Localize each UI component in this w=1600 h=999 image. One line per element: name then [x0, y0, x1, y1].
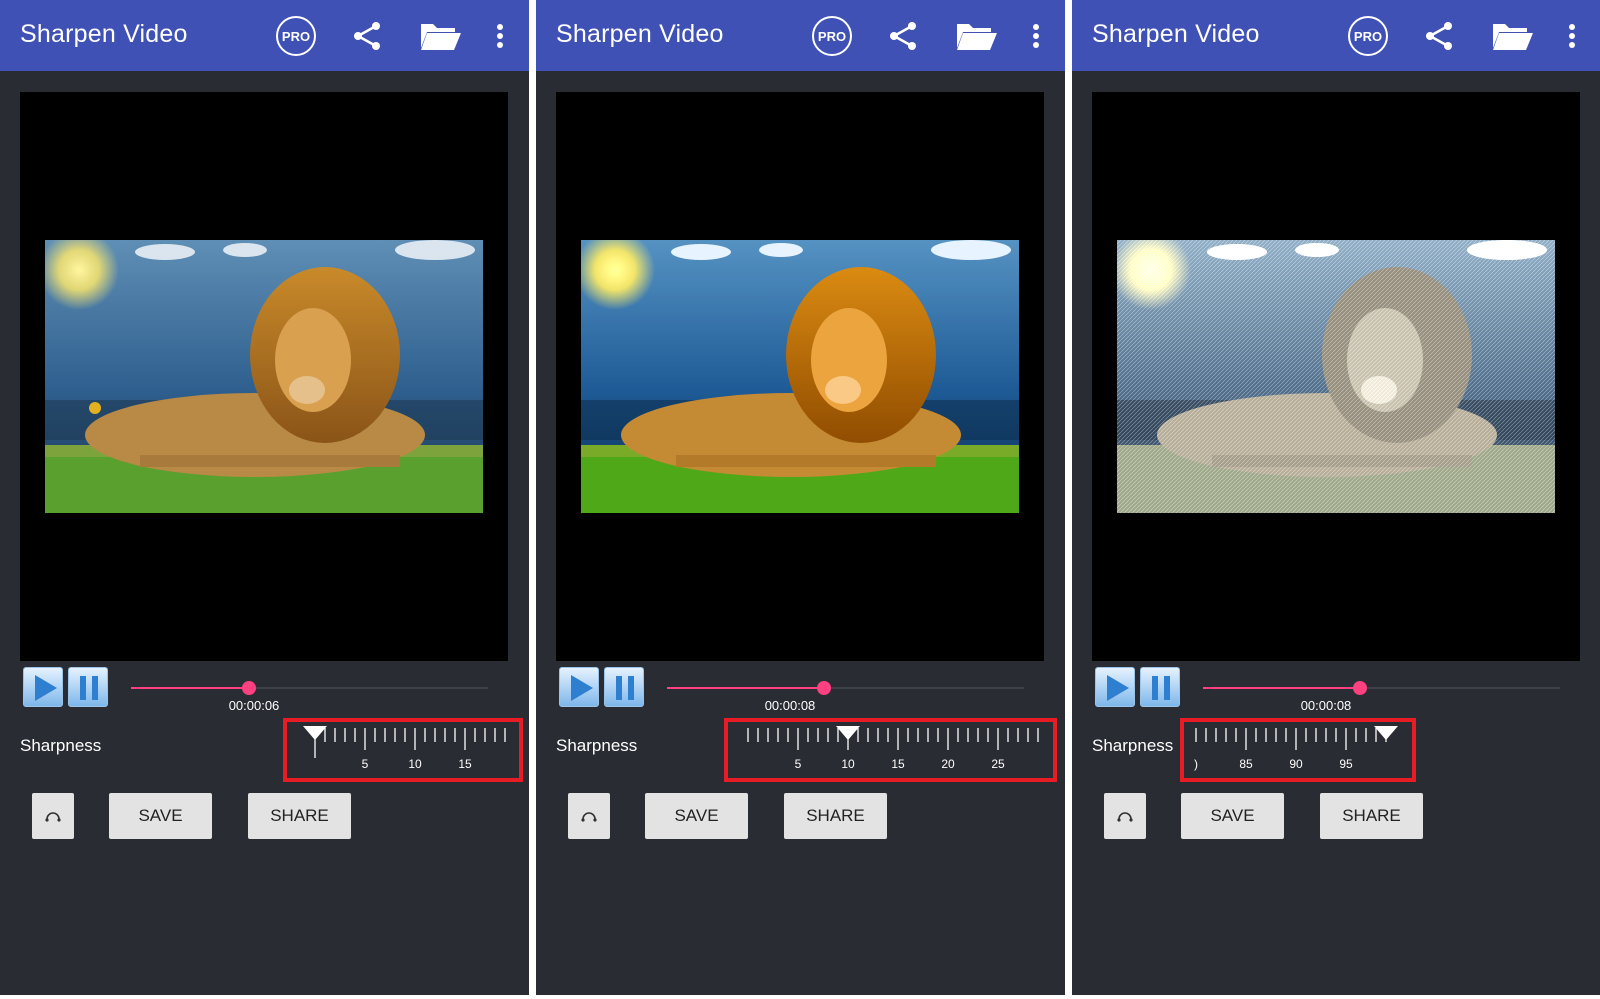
reset-button[interactable]	[568, 793, 610, 839]
save-button[interactable]: SAVE	[109, 793, 212, 839]
pause-icon	[616, 676, 634, 700]
playback-time: 00:00:06	[228, 698, 280, 713]
seek-bar-thumb[interactable]	[1353, 681, 1368, 695]
sharpness-indicator[interactable]	[1374, 726, 1398, 740]
seek-bar[interactable]	[1203, 681, 1560, 695]
sharpness-ruler[interactable]: 5 10 15 20 25	[724, 718, 1057, 782]
more-vertical-icon[interactable]	[1564, 20, 1580, 52]
pro-button[interactable]: PRO	[1348, 16, 1388, 56]
app-title: Sharpen Video	[556, 20, 724, 48]
seek-bar-progress	[131, 687, 249, 689]
reset-icon	[1117, 812, 1133, 822]
screen-3: Sharpen Video PRO 00:00:08 Sharpness) 8…	[1072, 0, 1600, 995]
app-bar: Sharpen Video PRO	[536, 0, 1065, 71]
sharpness-ruler[interactable]: 5 10 15	[283, 718, 523, 782]
pause-button[interactable]	[604, 667, 644, 707]
app-title: Sharpen Video	[20, 20, 188, 48]
screen-2: Sharpen Video PRO 00:00:08 Sharpness 5 1…	[536, 0, 1065, 995]
sharpness-label: Sharpness	[556, 736, 638, 755]
sharpness-label: Sharpness	[1092, 736, 1174, 755]
play-button[interactable]	[1095, 667, 1135, 707]
reset-button[interactable]	[1104, 793, 1146, 839]
reset-icon	[581, 812, 597, 822]
ruler-label: 20	[941, 757, 955, 771]
ruler-label: 85	[1239, 757, 1253, 771]
folder-open-icon[interactable]	[955, 20, 999, 52]
app-title: Sharpen Video	[1092, 20, 1260, 48]
play-icon	[1107, 675, 1129, 701]
pause-icon	[80, 676, 98, 700]
ruler-label: 95	[1339, 757, 1353, 771]
ruler-label: 25	[991, 757, 1005, 771]
folder-open-icon[interactable]	[419, 20, 463, 52]
sharpness-label: Sharpness	[20, 736, 102, 755]
sharpness-ruler[interactable]: ) 85 90 95	[1180, 718, 1416, 782]
more-vertical-icon[interactable]	[492, 20, 508, 52]
more-vertical-icon[interactable]	[1028, 20, 1044, 52]
reset-icon	[45, 812, 61, 822]
share-button[interactable]: SHARE	[248, 793, 351, 839]
share-button[interactable]: SHARE	[784, 793, 887, 839]
pause-button[interactable]	[68, 667, 108, 707]
play-button[interactable]	[559, 667, 599, 707]
pause-icon	[1152, 676, 1170, 700]
ruler-label: 15	[458, 757, 472, 771]
ruler-label: 10	[841, 757, 855, 771]
folder-open-icon[interactable]	[1491, 20, 1535, 52]
seek-bar[interactable]	[131, 681, 488, 695]
playback-time: 00:00:08	[764, 698, 816, 713]
video-frame-lion	[1117, 240, 1555, 513]
play-icon	[35, 675, 57, 701]
pro-button[interactable]: PRO	[812, 16, 852, 56]
video-preview[interactable]	[20, 92, 508, 661]
sharpness-indicator[interactable]	[836, 726, 860, 740]
video-preview[interactable]	[1092, 92, 1580, 661]
video-frame-lion	[581, 240, 1019, 513]
ruler-label: 15	[891, 757, 905, 771]
sharpness-ruler-scale: ) 85 90 95	[1194, 726, 1398, 771]
ruler-label: 10	[408, 757, 422, 771]
play-icon	[571, 675, 593, 701]
app-bar: Sharpen Video PRO	[1072, 0, 1600, 71]
share-button[interactable]: SHARE	[1320, 793, 1423, 839]
share-icon[interactable]	[351, 20, 383, 52]
pause-button[interactable]	[1140, 667, 1180, 707]
reset-button[interactable]	[32, 793, 74, 839]
share-icon[interactable]	[887, 20, 919, 52]
video-frame-lion	[45, 240, 483, 513]
screen-1: Sharpen Video PRO 00:00:06 Sharpness 5 1…	[0, 0, 529, 995]
ruler-label: )	[1194, 757, 1198, 771]
ruler-label: 5	[362, 757, 369, 771]
video-preview[interactable]	[556, 92, 1044, 661]
share-icon[interactable]	[1423, 20, 1455, 52]
sharpness-indicator[interactable]	[303, 726, 327, 740]
playback-time: 00:00:08	[1300, 698, 1352, 713]
sharpness-ruler-scale: 5 10 15	[303, 726, 506, 771]
app-bar: Sharpen Video PRO	[0, 0, 529, 71]
seek-bar[interactable]	[667, 681, 1024, 695]
save-button[interactable]: SAVE	[1181, 793, 1284, 839]
seek-bar-thumb[interactable]	[241, 681, 256, 695]
pro-button[interactable]: PRO	[276, 16, 316, 56]
ruler-label: 90	[1289, 757, 1303, 771]
seek-bar-progress	[1203, 687, 1361, 689]
play-button[interactable]	[23, 667, 63, 707]
seek-bar-progress	[667, 687, 825, 689]
seek-bar-thumb[interactable]	[817, 681, 832, 695]
sharpness-ruler-scale: 5 10 15 20 25	[747, 726, 1039, 771]
ruler-label: 5	[795, 757, 802, 771]
save-button[interactable]: SAVE	[645, 793, 748, 839]
